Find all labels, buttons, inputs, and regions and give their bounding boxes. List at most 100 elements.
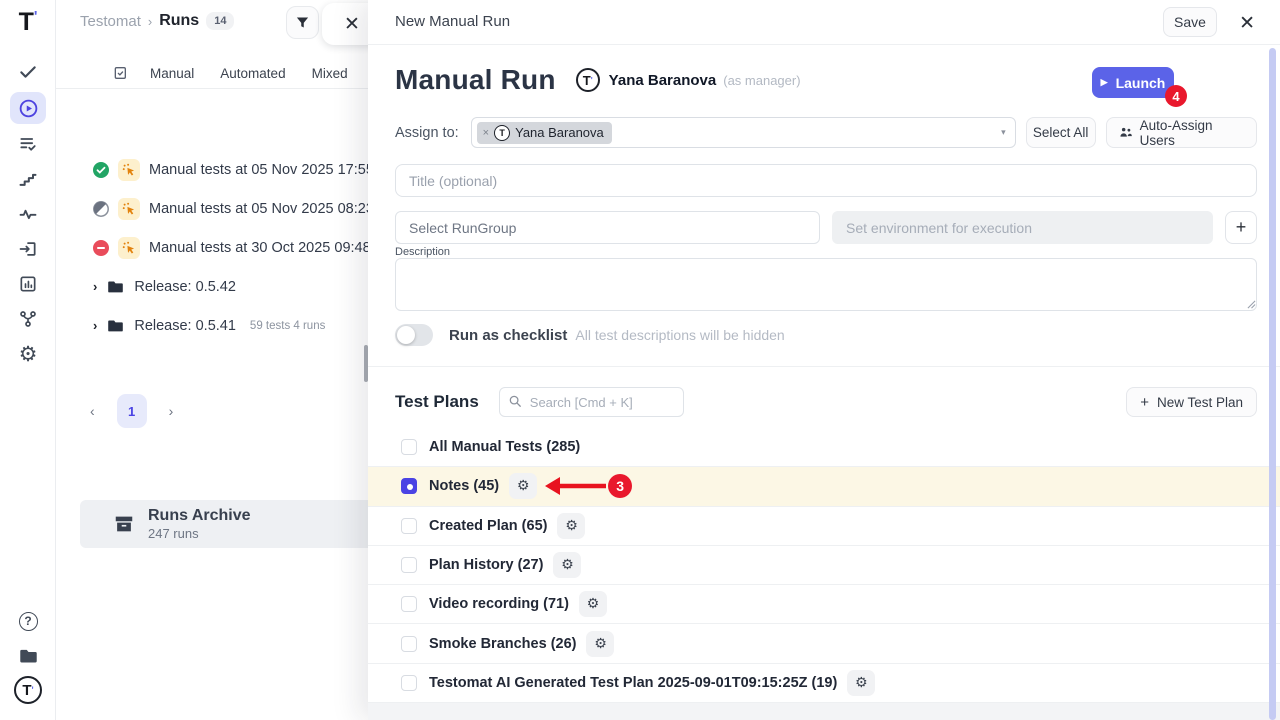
next-page-icon[interactable]: › — [169, 403, 174, 419]
search-input[interactable] — [499, 387, 684, 417]
test-plan-checkbox[interactable] — [401, 439, 417, 455]
runs-play-circle-icon[interactable] — [10, 92, 46, 124]
close-panel-card: ✕ — [322, 3, 372, 45]
runs-archive-card[interactable]: Runs Archive 247 runs — [80, 500, 372, 548]
test-plan-checkbox[interactable] — [401, 636, 417, 652]
test-plan-label: Plan History (27) — [429, 557, 543, 573]
test-plan-checkbox[interactable] — [401, 675, 417, 691]
pulse-icon[interactable] — [10, 198, 46, 230]
tab-manual[interactable]: Manual — [150, 66, 194, 81]
chevron-down-icon[interactable]: ▾ — [1001, 127, 1006, 138]
stopped-status-icon — [93, 240, 109, 256]
clipboard-check-icon[interactable] — [112, 65, 128, 81]
list-check-icon[interactable] — [10, 128, 46, 160]
help-icon[interactable]: ? — [10, 605, 46, 637]
test-plan-label: Created Plan (65) — [429, 518, 547, 534]
test-plan-row[interactable]: Created Plan (65) ⚙ — [368, 507, 1280, 546]
test-plan-checkbox[interactable] — [401, 557, 417, 573]
test-plan-checkbox[interactable] — [401, 478, 417, 494]
drawer-close-icon[interactable]: ✕ — [1239, 12, 1255, 35]
run-list-item[interactable]: Manual tests at 05 Nov 2025 08:23 — [56, 189, 372, 228]
assignee-select[interactable]: × T Yana Baranova ▾ — [471, 117, 1016, 148]
folders-icon[interactable] — [10, 640, 46, 672]
tab-automated[interactable]: Automated — [220, 66, 285, 81]
chevron-right-icon[interactable]: › — [93, 279, 97, 294]
gear-icon[interactable]: ⚙ — [10, 338, 46, 370]
test-plan-row[interactable]: Video recording (71) ⚙ — [368, 585, 1280, 624]
folder-icon — [107, 318, 124, 333]
bar-chart-icon[interactable] — [10, 268, 46, 300]
run-label: Manual tests at 05 Nov 2025 08:23 — [149, 201, 372, 217]
account-avatar[interactable]: T' — [10, 674, 46, 706]
annotation-arrow: 3 — [544, 474, 632, 498]
release-folder-item[interactable]: › Release: 0.5.41 59 tests 4 runs — [56, 306, 372, 345]
drawer-scrollbar[interactable] — [1269, 48, 1276, 720]
archive-box-icon — [113, 513, 135, 535]
prev-page-icon[interactable]: ‹ — [90, 403, 95, 419]
test-plan-list: All Manual Tests (285) Notes (45) ⚙ 3 Cr… — [368, 428, 1280, 703]
divider — [368, 366, 1280, 367]
remove-assignee-icon[interactable]: × — [483, 127, 489, 139]
drawer-title: New Manual Run — [395, 13, 510, 30]
test-plan-label: Testomat AI Generated Test Plan 2025-09-… — [429, 675, 837, 691]
page-1-button[interactable]: 1 — [117, 394, 147, 428]
select-all-button[interactable]: Select All — [1026, 117, 1096, 148]
resize-handle-icon[interactable] — [1247, 300, 1256, 309]
plan-settings-gear-icon[interactable]: ⚙ — [557, 513, 585, 539]
running-status-icon — [93, 201, 109, 217]
annotation-badge: 3 — [608, 474, 632, 498]
test-plan-row[interactable]: Testomat AI Generated Test Plan 2025-09-… — [368, 664, 1280, 703]
play-icon: ▶ — [1101, 77, 1108, 88]
breadcrumb-section[interactable]: Runs — [159, 12, 199, 30]
app-icon-rail: T' ⚙ ? T' — [0, 0, 56, 720]
test-plan-label: All Manual Tests (285) — [429, 439, 580, 455]
environment-input[interactable] — [832, 211, 1213, 244]
run-list-item[interactable]: Manual tests at 05 Nov 2025 17:55 — [56, 150, 372, 189]
chevron-right-icon[interactable]: › — [93, 318, 97, 333]
release-meta: 59 tests 4 runs — [250, 320, 325, 332]
filter-button[interactable] — [286, 6, 319, 39]
annotation-badge-4: 4 — [1165, 85, 1187, 107]
manual-test-icon — [118, 159, 140, 181]
folder-icon — [107, 279, 124, 294]
test-plan-row[interactable]: Plan History (27) ⚙ — [368, 546, 1280, 585]
release-folder-item[interactable]: › Release: 0.5.42 — [56, 267, 372, 306]
branch-icon[interactable] — [10, 303, 46, 335]
test-plan-row[interactable]: Notes (45) ⚙ 3 — [368, 467, 1280, 506]
runs-list: Manual tests at 05 Nov 2025 17:55 Manual… — [56, 150, 372, 345]
plan-settings-gear-icon[interactable]: ⚙ — [847, 670, 875, 696]
testomat-logo-icon[interactable]: T' — [0, 8, 56, 37]
description-textarea[interactable] — [395, 258, 1257, 311]
test-plan-label: Smoke Branches (26) — [429, 636, 576, 652]
run-list-item[interactable]: Manual tests at 30 Oct 2025 09:48 — [56, 228, 372, 267]
drawer-header: New Manual Run Save ✕ — [368, 0, 1280, 45]
add-environment-button[interactable]: + — [1225, 211, 1257, 244]
test-plan-row[interactable]: All Manual Tests (285) — [368, 428, 1280, 467]
launch-button[interactable]: ▶ Launch — [1092, 67, 1174, 98]
title-input[interactable] — [395, 164, 1257, 197]
new-test-plan-button[interactable]: + New Test Plan — [1126, 387, 1257, 417]
plan-settings-gear-icon[interactable]: ⚙ — [509, 473, 537, 499]
save-button[interactable]: Save — [1163, 7, 1217, 37]
plan-settings-gear-icon[interactable]: ⚙ — [579, 591, 607, 617]
rungroup-input[interactable] — [395, 211, 820, 244]
plan-settings-gear-icon[interactable]: ⚙ — [553, 552, 581, 578]
run-label: Manual tests at 30 Oct 2025 09:48 — [149, 240, 371, 256]
run-as-checklist-toggle[interactable] — [395, 324, 433, 346]
import-icon[interactable] — [10, 233, 46, 265]
release-label: Release: 0.5.42 — [134, 279, 236, 295]
auto-assign-users-button[interactable]: Auto-Assign Users — [1106, 117, 1257, 148]
steps-icon[interactable] — [10, 163, 46, 195]
tests-check-icon[interactable] — [10, 56, 46, 88]
close-icon[interactable]: ✕ — [344, 13, 360, 36]
test-plan-row[interactable]: Smoke Branches (26) ⚙ — [368, 624, 1280, 663]
test-plan-checkbox[interactable] — [401, 518, 417, 534]
plan-settings-gear-icon[interactable]: ⚙ — [586, 631, 614, 657]
test-plan-checkbox[interactable] — [401, 596, 417, 612]
tab-mixed[interactable]: Mixed — [312, 66, 348, 81]
owner-name: Yana Baranova — [609, 72, 717, 89]
test-plans-heading: Test Plans — [395, 392, 479, 412]
breadcrumb-project[interactable]: Testomat — [80, 13, 141, 30]
list-footer — [368, 703, 1280, 720]
test-plan-label: Video recording (71) — [429, 596, 569, 612]
